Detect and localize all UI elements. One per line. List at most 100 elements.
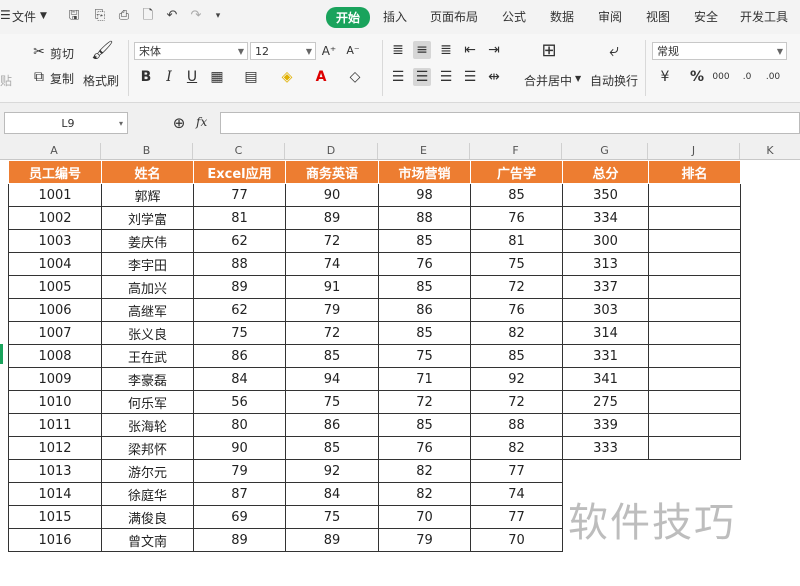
zoom-search-icon[interactable]: ⊕ [170,114,188,132]
table-cell[interactable]: 62 [193,229,286,253]
table-cell[interactable]: 85 [378,275,471,299]
table-cell[interactable]: 72 [470,275,563,299]
table-cell[interactable] [648,252,741,276]
table-cell[interactable]: 姜庆伟 [101,229,194,253]
table-cell[interactable]: 80 [193,413,286,437]
wrap-text-button[interactable]: 自动换行 [590,72,638,89]
header-cell[interactable]: Excel应用 [193,160,286,184]
table-cell[interactable]: 92 [285,459,379,483]
column-header[interactable]: A [8,143,101,159]
table-cell[interactable]: 1002 [8,206,102,230]
table-cell[interactable]: 1015 [8,505,102,529]
table-cell[interactable]: 82 [378,459,471,483]
table-cell[interactable]: 341 [562,367,649,391]
table-cell[interactable]: 77 [193,183,286,207]
indent-decrease-icon[interactable]: ⇤ [461,41,479,59]
table-cell[interactable]: 1012 [8,436,102,460]
table-cell[interactable]: 1005 [8,275,102,299]
save-icon[interactable]: 🖫 [66,8,82,24]
clear-format-icon[interactable]: ◇ [346,68,364,86]
table-cell[interactable] [649,460,741,483]
increase-font-icon[interactable]: A⁺ [320,42,338,60]
tab-page-layout[interactable]: 页面布局 [430,8,478,25]
merge-center-button[interactable]: 合并居中 [524,72,572,89]
table-cell[interactable] [648,298,741,322]
table-cell[interactable] [648,229,741,253]
indent-increase-icon[interactable]: ⇥ [485,41,503,59]
tab-security[interactable]: 安全 [694,8,718,25]
table-cell[interactable]: 56 [193,390,286,414]
currency-icon[interactable]: ¥ [656,68,674,86]
table-cell[interactable]: 89 [285,206,379,230]
table-cell[interactable]: 85 [378,229,471,253]
table-cell[interactable]: 89 [193,528,286,552]
table-cell[interactable]: 79 [378,528,471,552]
table-cell[interactable]: 李豪磊 [101,367,194,391]
tab-insert[interactable]: 插入 [383,8,407,25]
table-cell[interactable]: 75 [378,344,471,368]
thousands-icon[interactable]: 000 [712,68,730,86]
justify-icon[interactable]: ☰ [461,68,479,86]
table-cell[interactable]: 313 [562,252,649,276]
table-cell[interactable]: 高加兴 [101,275,194,299]
chevron-down-icon[interactable]: ▼ [575,74,581,83]
table-cell[interactable]: 76 [378,252,471,276]
table-cell[interactable]: 75 [285,390,379,414]
align-middle-icon[interactable]: ≡ [413,41,431,59]
print-preview-icon[interactable]: 🗋 [140,8,156,24]
table-cell[interactable]: 1011 [8,413,102,437]
table-cell[interactable]: 82 [470,321,563,345]
table-cell[interactable]: 86 [193,344,286,368]
table-cell[interactable]: 339 [562,413,649,437]
table-cell[interactable]: 72 [378,390,471,414]
table-cell[interactable]: 1006 [8,298,102,322]
table-cell[interactable]: 王在武 [101,344,194,368]
table-cell[interactable]: 1014 [8,482,102,506]
table-cell[interactable]: 徐庭华 [101,482,194,506]
table-cell[interactable]: 1016 [8,528,102,552]
table-cell[interactable]: 77 [470,459,563,483]
table-cell[interactable]: 李宇田 [101,252,194,276]
table-cell[interactable]: 梁邦怀 [101,436,194,460]
table-cell[interactable] [648,183,741,207]
table-cell[interactable]: 1007 [8,321,102,345]
table-cell[interactable] [648,206,741,230]
table-cell[interactable]: 刘学富 [101,206,194,230]
tab-developer[interactable]: 开发工具 [740,8,788,25]
column-header[interactable]: E [378,143,470,159]
undo-icon[interactable]: ↶ [164,8,180,24]
header-cell[interactable]: 商务英语 [285,160,379,184]
formula-input[interactable] [220,112,800,134]
table-cell[interactable]: 79 [285,298,379,322]
table-cell[interactable]: 何乐军 [101,390,194,414]
table-cell[interactable]: 89 [193,275,286,299]
table-cell[interactable]: 94 [285,367,379,391]
table-cell[interactable]: 85 [378,321,471,345]
font-size-select[interactable]: 12 ▼ [250,42,316,60]
table-cell[interactable]: 86 [285,413,379,437]
wrap-text-icon[interactable]: ⤶ [605,42,623,60]
table-cell[interactable]: 81 [470,229,563,253]
table-cell[interactable] [563,460,649,483]
decrease-font-icon[interactable]: A⁻ [344,42,362,60]
table-cell[interactable]: 300 [562,229,649,253]
table-cell[interactable]: 350 [562,183,649,207]
bold-icon[interactable]: B [137,68,155,86]
tab-home[interactable]: 开始 [326,7,371,28]
format-painter-icon[interactable]: 🖌 [91,42,114,60]
align-top-icon[interactable]: ≣ [389,41,407,59]
table-cell[interactable]: 张海轮 [101,413,194,437]
column-header[interactable]: G [562,143,648,159]
table-cell[interactable]: 90 [193,436,286,460]
table-cell[interactable]: 89 [285,528,379,552]
table-cell[interactable]: 1003 [8,229,102,253]
table-cell[interactable]: 86 [378,298,471,322]
table-cell[interactable]: 79 [193,459,286,483]
file-menu[interactable]: 文件 [12,8,36,25]
table-cell[interactable]: 331 [562,344,649,368]
tab-data[interactable]: 数据 [550,8,574,25]
fx-icon[interactable]: fx [196,115,207,129]
table-cell[interactable] [648,367,741,391]
table-cell[interactable] [648,321,741,345]
table-cell[interactable]: 77 [470,505,563,529]
